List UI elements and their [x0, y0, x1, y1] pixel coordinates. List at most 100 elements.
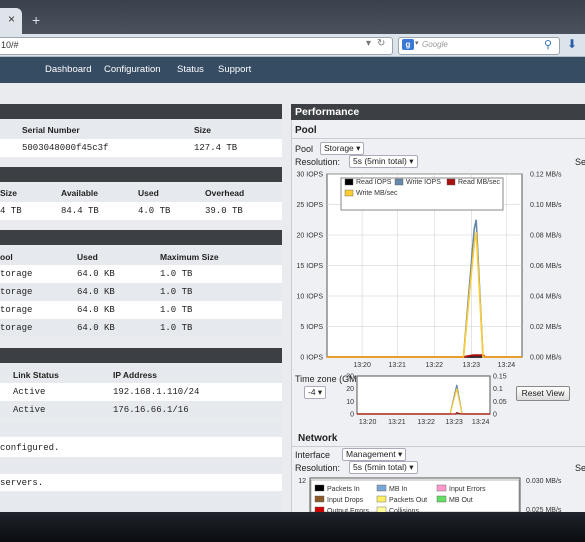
interface-select[interactable]: Management ▾	[342, 448, 407, 461]
col-size: Size	[0, 188, 18, 198]
y-tick-label: 0	[350, 412, 354, 419]
network-chart[interactable]: 12 0.030 MB/s0.025 MB/s Packets In MB In I…	[291, 472, 585, 512]
y-tick-label: 20 IOPS	[297, 233, 324, 240]
y-tick-label: 0.05	[493, 399, 507, 406]
pool-section-title: Pool	[295, 125, 317, 136]
y-tick-label: 25 IOPS	[297, 202, 324, 209]
y-tick-label: 0 IOPS	[300, 355, 323, 362]
y-tick-label: 0.1	[493, 386, 503, 393]
col-link-status: Link Status	[13, 370, 59, 380]
legend-label: Read IOPS	[356, 179, 392, 186]
pool-max: 1.0 TB	[160, 269, 193, 279]
pool-name: torage	[0, 287, 33, 297]
y-tick-label: 10 IOPS	[297, 294, 324, 301]
x-tick-label: 13:24	[498, 362, 516, 369]
pool-name: torage	[0, 269, 33, 279]
browser-tab-strip	[0, 0, 585, 34]
tab-close-icon[interactable]: ×	[8, 12, 15, 26]
table-row[interactable]	[0, 319, 282, 337]
x-tick-label: 13:20	[353, 362, 371, 369]
nav-support[interactable]: Support	[218, 64, 251, 75]
x-tick-label: 13:20	[359, 419, 377, 426]
legend-items: Packets In MB In Input Errors Input Drops Pa…	[310, 479, 520, 512]
search-engine-dropdown-icon[interactable]: ▾	[415, 39, 419, 47]
disks-panel-header	[0, 104, 282, 119]
url-text[interactable]: 10/#	[1, 40, 19, 50]
x-tick-label: 13:21	[388, 419, 406, 426]
col-overhead: Overhead	[205, 188, 245, 198]
overview-chart[interactable]: 0102030 00.050.10.15 13:20 13:21 13:22 13:2…	[340, 372, 518, 428]
x-tick-label: 13:21	[388, 362, 406, 369]
pool-name: torage	[0, 323, 33, 333]
pool-select-value: Storage	[324, 143, 354, 153]
x-axis: 13:20 13:21 13:22 13:23 13:24	[353, 362, 515, 369]
table-row[interactable]	[0, 301, 282, 319]
y-tick-label: 0.02 MB/s	[530, 324, 562, 331]
reload-icon[interactable]: ▾↻	[366, 38, 391, 49]
legend-swatch	[394, 178, 404, 186]
pool-max: 1.0 TB	[160, 323, 193, 333]
legend-swatch	[436, 484, 447, 492]
y-tick-label: 0.10 MB/s	[530, 202, 562, 209]
divider	[291, 138, 585, 139]
y-axis-left: 0 10 20 30	[346, 374, 354, 419]
net-resolution-select-value: 5s (5min total)	[353, 462, 407, 472]
nav-configuration[interactable]: Configuration	[104, 64, 161, 75]
timezone-select[interactable]: -4 ▾	[304, 386, 327, 399]
interface-label: Interface	[295, 450, 331, 460]
search-placeholder: Google	[422, 40, 448, 49]
legend-label: MB In	[389, 486, 407, 493]
x-tick-label: 13:23	[445, 419, 463, 426]
y-tick-label: 0	[493, 412, 497, 419]
message-text: servers.	[0, 478, 44, 488]
pool-used: 64.0 KB	[77, 323, 115, 333]
legend-swatch	[446, 178, 456, 186]
interface-select-value: Management	[346, 449, 396, 459]
capacity-available: 84.4 TB	[61, 206, 99, 216]
legend-label: Input Errors	[449, 486, 486, 493]
divider	[0, 458, 282, 473]
y-tick-label: 0.15	[493, 374, 507, 381]
y-axis-right: 0 0.05 0.1 0.15	[493, 374, 507, 419]
google-search-icon[interactable]: g	[402, 39, 414, 50]
y-axis-left: 12	[298, 478, 306, 485]
nav-status[interactable]: Status	[177, 64, 204, 75]
y-tick-label: 0.00 MB/s	[530, 355, 562, 362]
y-tick-label: 0.030 MB/s	[526, 478, 562, 485]
legend-label: Packets In	[327, 486, 360, 493]
new-tab-icon[interactable]: +	[32, 12, 40, 28]
reset-view-button[interactable]: Reset View	[516, 386, 570, 401]
url-bar[interactable]	[0, 37, 393, 55]
interfaces-panel-header	[0, 348, 282, 363]
iops-chart[interactable]: 0 IOPS 5 IOPS 10 IOPS 15 IOPS 20 IOPS 25 IOPS…	[291, 166, 585, 376]
disk-size: 127.4 TB	[194, 143, 238, 153]
x-tick-label: 13:23	[463, 362, 481, 369]
ip-address: 176.16.66.1/16	[113, 405, 189, 415]
y-tick-label: 0.12 MB/s	[530, 172, 562, 179]
legend-swatch	[314, 495, 325, 503]
legend-label: Write IOPS	[406, 179, 441, 186]
pool-select[interactable]: Storage ▾	[320, 142, 365, 155]
network-section-title: Network	[298, 433, 338, 444]
ip-address: 192.168.1.110/24	[113, 387, 200, 397]
legend-swatch	[344, 178, 354, 186]
x-axis: 13:20 13:21 13:22 13:23 13:24	[359, 419, 490, 426]
nav-dashboard[interactable]: Dashboard	[45, 64, 91, 75]
table-row[interactable]	[0, 265, 282, 283]
y-tick-label: 0.04 MB/s	[530, 294, 562, 301]
pool-used: 64.0 KB	[77, 269, 115, 279]
col-serial-number: Serial Number	[22, 125, 80, 135]
col-ip-address: IP Address	[113, 370, 157, 380]
legend-swatch	[376, 495, 387, 503]
table-row[interactable]	[0, 283, 282, 301]
col-pool: ool	[0, 252, 13, 262]
pool-label: Pool	[295, 144, 314, 154]
capacity-size: 4 TB	[0, 206, 22, 216]
legend-swatch	[376, 484, 387, 492]
y-axis-right: 0.00 MB/s 0.02 MB/s 0.04 MB/s 0.06 MB/s 0.08…	[530, 172, 562, 362]
search-icon[interactable]: ⚲	[544, 38, 552, 51]
legend-swatch	[344, 189, 354, 197]
y-tick-label: 0.06 MB/s	[530, 263, 562, 270]
download-icon[interactable]: ⬇	[567, 37, 577, 51]
pool-used: 64.0 KB	[77, 287, 115, 297]
